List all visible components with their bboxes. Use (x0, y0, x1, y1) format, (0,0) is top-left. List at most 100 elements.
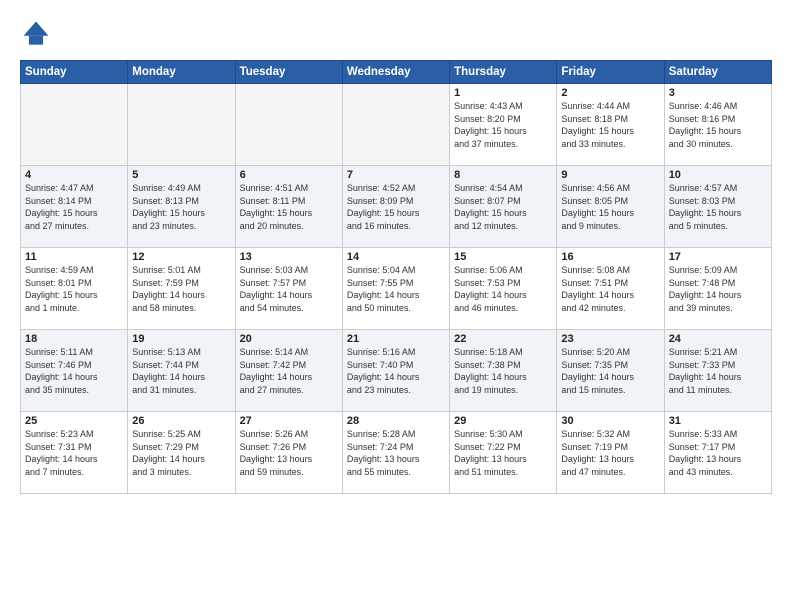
calendar-cell: 24Sunrise: 5:21 AM Sunset: 7:33 PM Dayli… (664, 330, 771, 412)
day-number: 1 (454, 87, 552, 99)
logo-icon (20, 18, 52, 50)
header (20, 18, 772, 50)
weekday-header-saturday: Saturday (664, 61, 771, 84)
day-info: Sunrise: 4:57 AM Sunset: 8:03 PM Dayligh… (669, 182, 767, 232)
day-info: Sunrise: 5:25 AM Sunset: 7:29 PM Dayligh… (132, 428, 230, 478)
weekday-header-wednesday: Wednesday (342, 61, 449, 84)
calendar-cell: 22Sunrise: 5:18 AM Sunset: 7:38 PM Dayli… (450, 330, 557, 412)
day-number: 5 (132, 169, 230, 181)
day-number: 11 (25, 251, 123, 263)
day-info: Sunrise: 5:28 AM Sunset: 7:24 PM Dayligh… (347, 428, 445, 478)
calendar-cell: 8Sunrise: 4:54 AM Sunset: 8:07 PM Daylig… (450, 166, 557, 248)
day-info: Sunrise: 5:14 AM Sunset: 7:42 PM Dayligh… (240, 346, 338, 396)
day-info: Sunrise: 5:06 AM Sunset: 7:53 PM Dayligh… (454, 264, 552, 314)
calendar-cell: 15Sunrise: 5:06 AM Sunset: 7:53 PM Dayli… (450, 248, 557, 330)
day-number: 21 (347, 333, 445, 345)
calendar-cell: 2Sunrise: 4:44 AM Sunset: 8:18 PM Daylig… (557, 84, 664, 166)
day-info: Sunrise: 4:44 AM Sunset: 8:18 PM Dayligh… (561, 100, 659, 150)
day-number: 22 (454, 333, 552, 345)
calendar-cell: 6Sunrise: 4:51 AM Sunset: 8:11 PM Daylig… (235, 166, 342, 248)
day-info: Sunrise: 5:20 AM Sunset: 7:35 PM Dayligh… (561, 346, 659, 396)
day-number: 16 (561, 251, 659, 263)
calendar-cell: 20Sunrise: 5:14 AM Sunset: 7:42 PM Dayli… (235, 330, 342, 412)
calendar-cell: 27Sunrise: 5:26 AM Sunset: 7:26 PM Dayli… (235, 412, 342, 494)
day-info: Sunrise: 5:09 AM Sunset: 7:48 PM Dayligh… (669, 264, 767, 314)
day-number: 10 (669, 169, 767, 181)
day-info: Sunrise: 4:46 AM Sunset: 8:16 PM Dayligh… (669, 100, 767, 150)
calendar-cell: 7Sunrise: 4:52 AM Sunset: 8:09 PM Daylig… (342, 166, 449, 248)
calendar-cell: 9Sunrise: 4:56 AM Sunset: 8:05 PM Daylig… (557, 166, 664, 248)
day-number: 19 (132, 333, 230, 345)
day-info: Sunrise: 5:01 AM Sunset: 7:59 PM Dayligh… (132, 264, 230, 314)
calendar-cell: 21Sunrise: 5:16 AM Sunset: 7:40 PM Dayli… (342, 330, 449, 412)
calendar-cell: 14Sunrise: 5:04 AM Sunset: 7:55 PM Dayli… (342, 248, 449, 330)
day-info: Sunrise: 5:13 AM Sunset: 7:44 PM Dayligh… (132, 346, 230, 396)
day-number: 13 (240, 251, 338, 263)
day-number: 24 (669, 333, 767, 345)
weekday-header-friday: Friday (557, 61, 664, 84)
day-number: 23 (561, 333, 659, 345)
calendar-cell: 12Sunrise: 5:01 AM Sunset: 7:59 PM Dayli… (128, 248, 235, 330)
day-info: Sunrise: 5:18 AM Sunset: 7:38 PM Dayligh… (454, 346, 552, 396)
calendar-cell: 1Sunrise: 4:43 AM Sunset: 8:20 PM Daylig… (450, 84, 557, 166)
day-number: 14 (347, 251, 445, 263)
calendar-cell (128, 84, 235, 166)
day-number: 3 (669, 87, 767, 99)
day-number: 28 (347, 415, 445, 427)
day-info: Sunrise: 5:03 AM Sunset: 7:57 PM Dayligh… (240, 264, 338, 314)
calendar-cell: 19Sunrise: 5:13 AM Sunset: 7:44 PM Dayli… (128, 330, 235, 412)
calendar-table: SundayMondayTuesdayWednesdayThursdayFrid… (20, 60, 772, 494)
week-row-4: 18Sunrise: 5:11 AM Sunset: 7:46 PM Dayli… (21, 330, 772, 412)
day-info: Sunrise: 4:52 AM Sunset: 8:09 PM Dayligh… (347, 182, 445, 232)
day-number: 8 (454, 169, 552, 181)
day-number: 2 (561, 87, 659, 99)
day-number: 29 (454, 415, 552, 427)
day-number: 15 (454, 251, 552, 263)
day-number: 18 (25, 333, 123, 345)
day-info: Sunrise: 4:59 AM Sunset: 8:01 PM Dayligh… (25, 264, 123, 314)
calendar-page: SundayMondayTuesdayWednesdayThursdayFrid… (0, 0, 792, 612)
day-info: Sunrise: 4:47 AM Sunset: 8:14 PM Dayligh… (25, 182, 123, 232)
day-info: Sunrise: 5:30 AM Sunset: 7:22 PM Dayligh… (454, 428, 552, 478)
day-info: Sunrise: 5:23 AM Sunset: 7:31 PM Dayligh… (25, 428, 123, 478)
calendar-cell: 18Sunrise: 5:11 AM Sunset: 7:46 PM Dayli… (21, 330, 128, 412)
calendar-cell: 31Sunrise: 5:33 AM Sunset: 7:17 PM Dayli… (664, 412, 771, 494)
day-info: Sunrise: 4:56 AM Sunset: 8:05 PM Dayligh… (561, 182, 659, 232)
calendar-cell: 16Sunrise: 5:08 AM Sunset: 7:51 PM Dayli… (557, 248, 664, 330)
day-info: Sunrise: 5:32 AM Sunset: 7:19 PM Dayligh… (561, 428, 659, 478)
day-number: 31 (669, 415, 767, 427)
calendar-cell: 17Sunrise: 5:09 AM Sunset: 7:48 PM Dayli… (664, 248, 771, 330)
day-number: 17 (669, 251, 767, 263)
calendar-cell: 23Sunrise: 5:20 AM Sunset: 7:35 PM Dayli… (557, 330, 664, 412)
day-info: Sunrise: 5:04 AM Sunset: 7:55 PM Dayligh… (347, 264, 445, 314)
calendar-cell: 29Sunrise: 5:30 AM Sunset: 7:22 PM Dayli… (450, 412, 557, 494)
week-row-3: 11Sunrise: 4:59 AM Sunset: 8:01 PM Dayli… (21, 248, 772, 330)
day-number: 7 (347, 169, 445, 181)
weekday-header-row: SundayMondayTuesdayWednesdayThursdayFrid… (21, 61, 772, 84)
logo (20, 18, 56, 50)
calendar-cell: 13Sunrise: 5:03 AM Sunset: 7:57 PM Dayli… (235, 248, 342, 330)
day-info: Sunrise: 4:43 AM Sunset: 8:20 PM Dayligh… (454, 100, 552, 150)
calendar-cell (342, 84, 449, 166)
weekday-header-sunday: Sunday (21, 61, 128, 84)
week-row-2: 4Sunrise: 4:47 AM Sunset: 8:14 PM Daylig… (21, 166, 772, 248)
calendar-cell (235, 84, 342, 166)
calendar-cell: 10Sunrise: 4:57 AM Sunset: 8:03 PM Dayli… (664, 166, 771, 248)
calendar-cell: 11Sunrise: 4:59 AM Sunset: 8:01 PM Dayli… (21, 248, 128, 330)
calendar-cell: 30Sunrise: 5:32 AM Sunset: 7:19 PM Dayli… (557, 412, 664, 494)
week-row-5: 25Sunrise: 5:23 AM Sunset: 7:31 PM Dayli… (21, 412, 772, 494)
day-number: 26 (132, 415, 230, 427)
calendar-cell: 3Sunrise: 4:46 AM Sunset: 8:16 PM Daylig… (664, 84, 771, 166)
day-info: Sunrise: 4:49 AM Sunset: 8:13 PM Dayligh… (132, 182, 230, 232)
week-row-1: 1Sunrise: 4:43 AM Sunset: 8:20 PM Daylig… (21, 84, 772, 166)
day-number: 27 (240, 415, 338, 427)
calendar-cell: 25Sunrise: 5:23 AM Sunset: 7:31 PM Dayli… (21, 412, 128, 494)
weekday-header-thursday: Thursday (450, 61, 557, 84)
day-info: Sunrise: 4:54 AM Sunset: 8:07 PM Dayligh… (454, 182, 552, 232)
calendar-cell (21, 84, 128, 166)
weekday-header-tuesday: Tuesday (235, 61, 342, 84)
day-number: 20 (240, 333, 338, 345)
day-number: 4 (25, 169, 123, 181)
day-info: Sunrise: 5:11 AM Sunset: 7:46 PM Dayligh… (25, 346, 123, 396)
calendar-cell: 5Sunrise: 4:49 AM Sunset: 8:13 PM Daylig… (128, 166, 235, 248)
